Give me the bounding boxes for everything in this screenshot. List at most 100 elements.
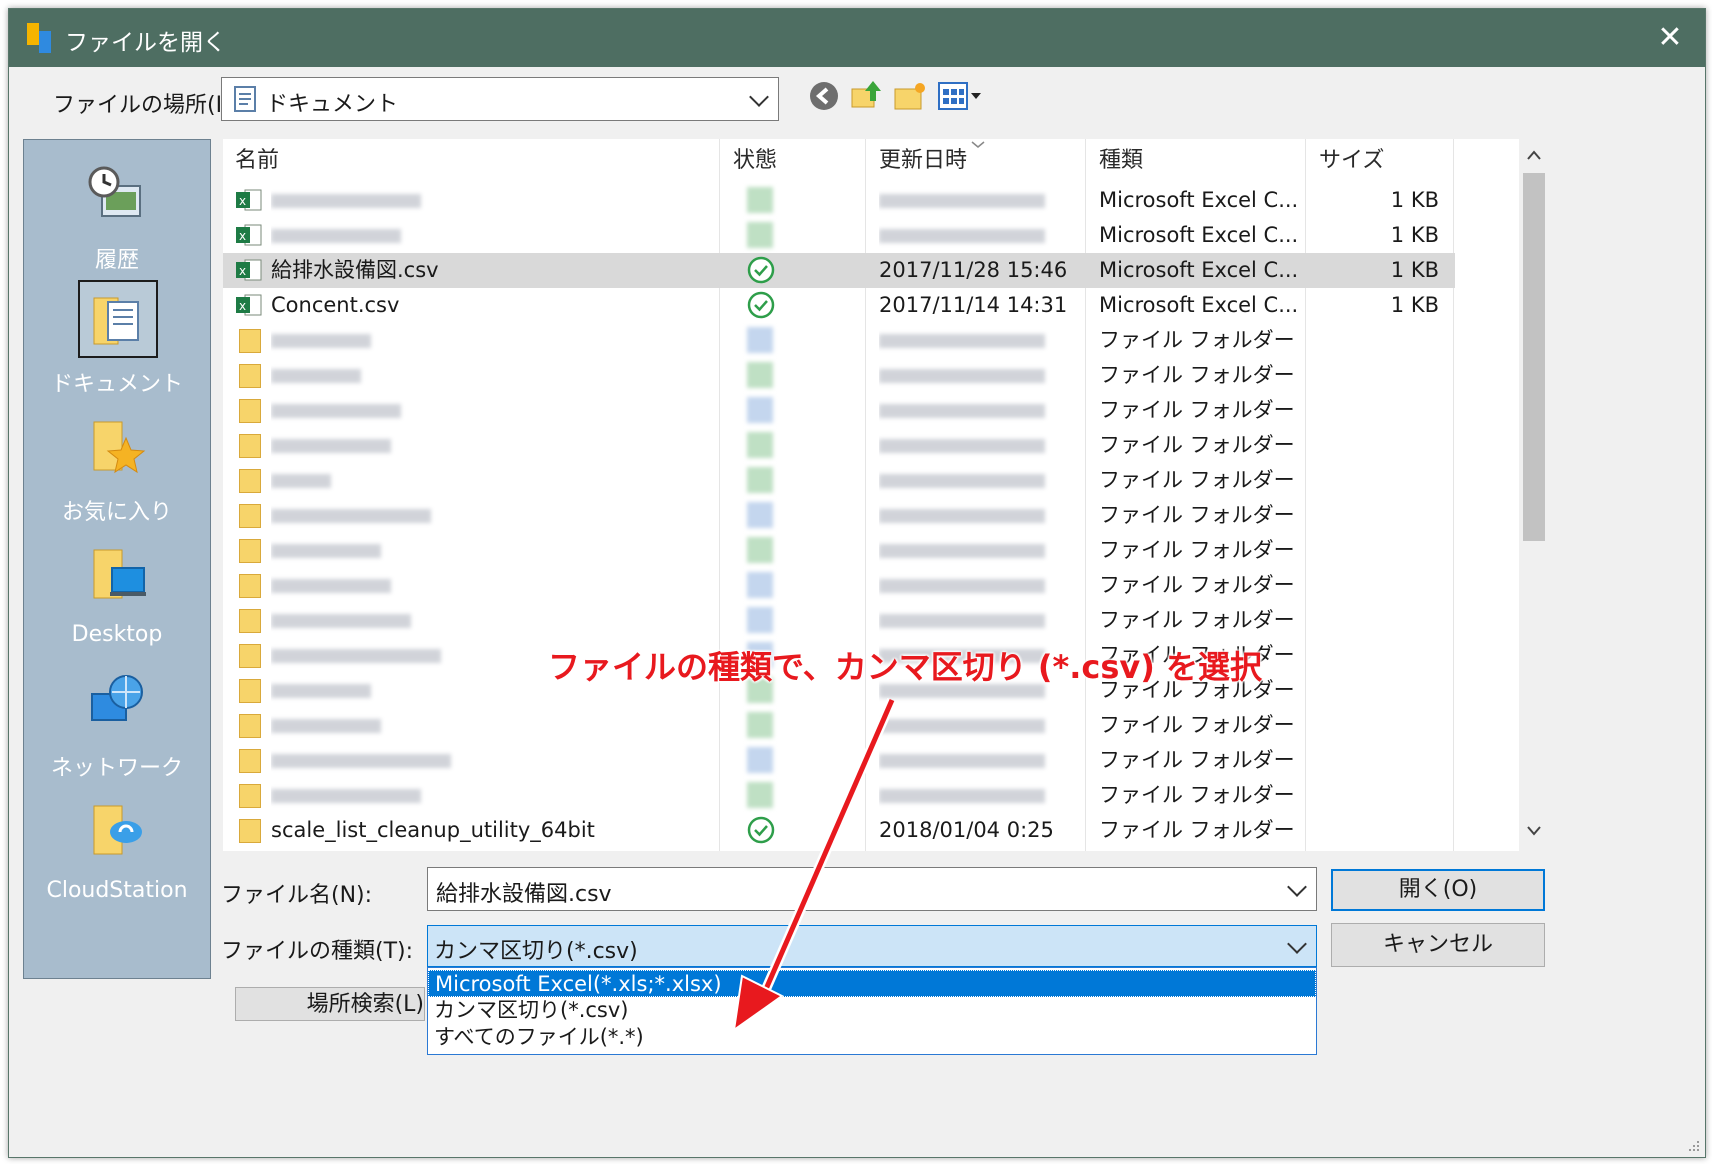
- file-row[interactable]: x Concent.csv 2017/11/14 14:31 Microsoft Ex…: [223, 288, 1455, 323]
- file-row[interactable]: ファイル フォルダー: [223, 498, 1455, 533]
- filetype-option[interactable]: Microsoft Excel(*.xls;*.xlsx): [428, 970, 1316, 997]
- folder-icon: [239, 784, 261, 808]
- file-status: [733, 358, 853, 393]
- filetype-dropdown-list[interactable]: Microsoft Excel(*.xls;*.xlsx) カンマ区切り(*.cs…: [427, 967, 1317, 1055]
- filename-label: ファイル名(N):: [221, 883, 373, 908]
- resize-grip-icon[interactable]: [1685, 1137, 1701, 1153]
- file-row[interactable]: scale_list_cleanup_utility_64bit 2018/01/…: [223, 813, 1455, 848]
- file-name: [271, 743, 711, 778]
- column-header-modified[interactable]: 更新日時: [879, 139, 967, 183]
- redacted-status-icon: [747, 747, 773, 773]
- file-type: ファイル フォルダー: [1099, 783, 1295, 807]
- excel-csv-icon: x: [236, 224, 262, 246]
- file-modified: [879, 393, 1079, 428]
- document-icon: [234, 86, 256, 112]
- file-status: [733, 708, 853, 743]
- file-type: Microsoft Excel C...: [1099, 223, 1299, 247]
- file-row[interactable]: ファイル フォルダー: [223, 393, 1455, 428]
- title-bar[interactable]: ファイルを開く ✕: [9, 9, 1705, 67]
- file-row[interactable]: ファイル フォルダー: [223, 323, 1455, 358]
- redacted-status-icon: [747, 397, 773, 423]
- file-modified: [879, 498, 1079, 533]
- file-type: Microsoft Excel C...: [1099, 258, 1299, 282]
- folder-icon: [239, 644, 261, 668]
- file-row[interactable]: ファイル フォルダー: [223, 778, 1455, 813]
- file-size: [1319, 533, 1439, 568]
- scrollbar-thumb[interactable]: [1523, 173, 1545, 541]
- back-icon[interactable]: [807, 79, 841, 113]
- redacted-status-icon: [747, 432, 773, 458]
- location-combo[interactable]: ドキュメント: [221, 77, 779, 121]
- sync-check-icon: [747, 816, 775, 844]
- folder-icon: [239, 469, 261, 493]
- file-modified: [879, 743, 1079, 778]
- column-header-size[interactable]: サイズ: [1319, 139, 1384, 183]
- redacted-status-icon: [747, 607, 773, 633]
- file-row[interactable]: ファイル フォルダー: [223, 568, 1455, 603]
- place-network[interactable]: ネットワーク: [24, 664, 210, 788]
- redacted-text: [271, 369, 361, 383]
- file-row[interactable]: x Microsoft Excel C... 1 KB: [223, 183, 1455, 218]
- filetype-select[interactable]: カンマ区切り(*.csv): [427, 925, 1317, 967]
- svg-text:x: x: [239, 229, 246, 243]
- sync-check-icon: [747, 291, 775, 319]
- place-label: ドキュメント: [50, 372, 183, 397]
- file-row[interactable]: ファイル フォルダー: [223, 463, 1455, 498]
- filetype-option[interactable]: すべてのファイル(*.*): [428, 1024, 1316, 1051]
- place-cloudstation[interactable]: CloudStation: [24, 792, 210, 916]
- filetype-option[interactable]: カンマ区切り(*.csv): [428, 997, 1316, 1024]
- chevron-down-icon[interactable]: [1287, 877, 1307, 897]
- redacted-text: [879, 614, 1045, 628]
- file-status: [733, 813, 853, 848]
- scroll-down-icon[interactable]: [1526, 825, 1542, 837]
- place-documents[interactable]: ドキュメント: [24, 280, 210, 404]
- sort-indicator-icon: [971, 141, 985, 148]
- file-type: ファイル フォルダー: [1099, 398, 1295, 422]
- file-list[interactable]: 名前 状態 更新日時 種類 サイズ x Microsoft Excel C... 1…: [223, 139, 1519, 851]
- svg-text:x: x: [239, 194, 246, 208]
- redacted-status-icon: [747, 572, 773, 598]
- chevron-down-icon[interactable]: [1287, 934, 1307, 954]
- file-name: [271, 218, 711, 253]
- file-row[interactable]: x 給排水設備図.csv 2017/11/28 15:46 Microsoft Exc…: [223, 253, 1455, 288]
- file-status: [733, 428, 853, 463]
- file-row[interactable]: ファイル フォルダー: [223, 358, 1455, 393]
- file-size: 1 KB: [1390, 258, 1439, 282]
- scroll-up-icon[interactable]: [1526, 149, 1542, 161]
- file-type: ファイル フォルダー: [1099, 713, 1295, 737]
- close-button[interactable]: ✕: [1649, 17, 1691, 59]
- svg-text:x: x: [239, 299, 246, 313]
- place-favorites[interactable]: お気に入り: [24, 408, 210, 532]
- file-row[interactable]: ファイル フォルダー: [223, 743, 1455, 778]
- vertical-scrollbar[interactable]: [1519, 139, 1549, 851]
- file-row[interactable]: ファイル フォルダー: [223, 708, 1455, 743]
- file-size: [1319, 708, 1439, 743]
- redacted-text: [271, 614, 411, 628]
- location-search-button[interactable]: 場所検索(L): [235, 987, 425, 1021]
- file-row[interactable]: ファイル フォルダー: [223, 533, 1455, 568]
- place-label: お気に入り: [61, 500, 172, 525]
- open-button[interactable]: 開く(O): [1331, 869, 1545, 911]
- column-header-name[interactable]: 名前: [235, 139, 279, 183]
- excel-csv-icon: x: [236, 294, 262, 316]
- redacted-text: [271, 649, 441, 663]
- file-row[interactable]: ファイル フォルダー: [223, 603, 1455, 638]
- redacted-text: [271, 229, 401, 243]
- place-history[interactable]: 履歴: [24, 156, 210, 280]
- view-menu-icon[interactable]: [937, 81, 985, 115]
- place-desktop[interactable]: Desktop: [24, 536, 210, 660]
- redacted-text: [271, 509, 431, 523]
- file-status: [733, 743, 853, 778]
- file-row[interactable]: x Microsoft Excel C... 1 KB: [223, 218, 1455, 253]
- redacted-text: [271, 334, 371, 348]
- folder-icon: [239, 749, 261, 773]
- cancel-button[interactable]: キャンセル: [1331, 923, 1545, 967]
- filename-input[interactable]: 給排水設備図.csv: [427, 867, 1317, 911]
- file-size: [1319, 358, 1439, 393]
- file-row[interactable]: ファイル フォルダー: [223, 428, 1455, 463]
- column-header-status[interactable]: 状態: [733, 139, 777, 183]
- column-header-type[interactable]: 種類: [1099, 139, 1143, 183]
- new-folder-icon[interactable]: [893, 79, 927, 113]
- redacted-text: [879, 719, 1045, 733]
- up-folder-icon[interactable]: [849, 77, 883, 111]
